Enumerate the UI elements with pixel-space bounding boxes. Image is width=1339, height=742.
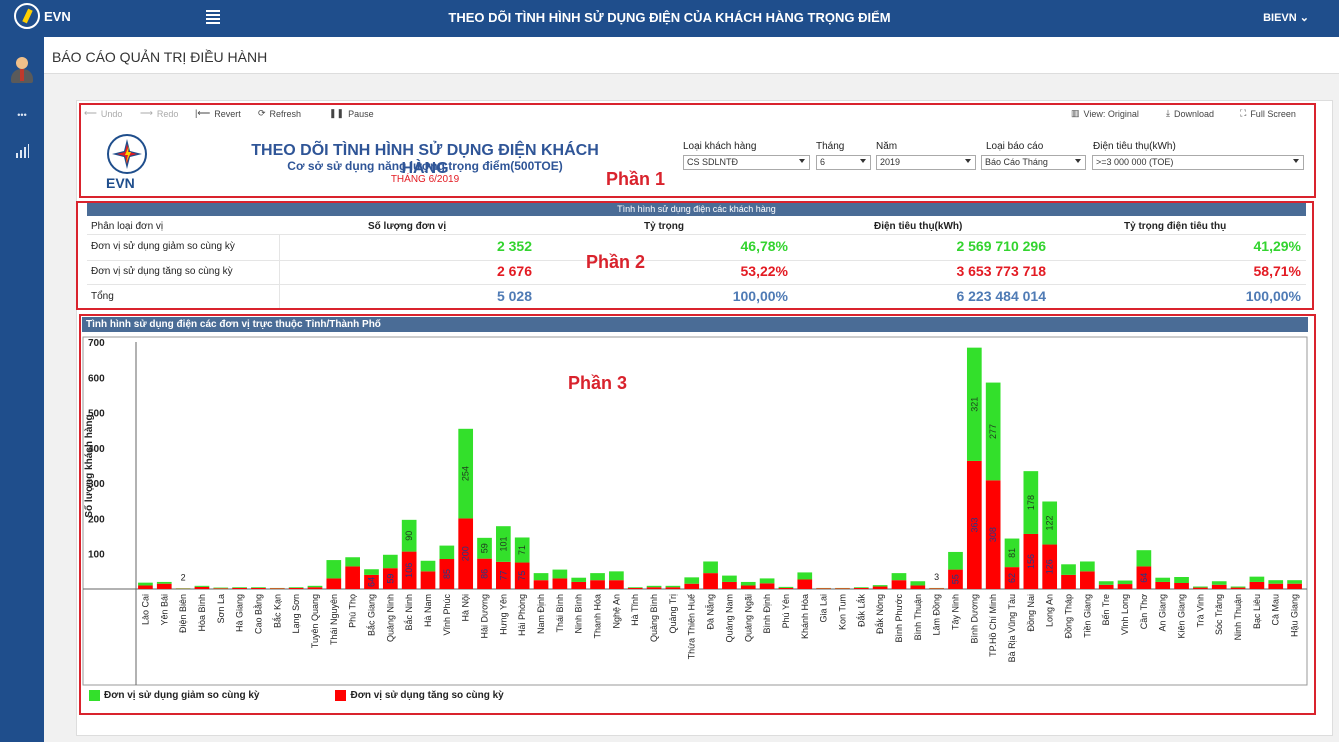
- top-navigation-bar: EVN THEO DÕI TÌNH HÌNH SỬ DỤNG ĐIỆN CỦA …: [0, 0, 1339, 37]
- app-title: THEO DÕI TÌNH HÌNH SỬ DỤNG ĐIỆN CỦA KHÁC…: [448, 10, 891, 25]
- left-sidebar: •••: [0, 37, 44, 742]
- user-avatar-icon[interactable]: [8, 55, 36, 85]
- annotation-part1: Phần 1: [606, 169, 666, 189]
- highlight-box-part3: [79, 314, 1316, 715]
- annotation-part3: Phần 3: [568, 373, 628, 393]
- highlight-box-part1: [79, 103, 1316, 198]
- user-name: BIEVN: [1263, 12, 1297, 24]
- bar-chart-icon[interactable]: [8, 139, 36, 163]
- chevron-down-icon: ⌄: [1299, 12, 1309, 24]
- ellipsis-icon[interactable]: •••: [8, 103, 36, 127]
- annotation-part2: Phần 2: [586, 252, 646, 272]
- user-menu[interactable]: BIEVN ⌄: [1263, 11, 1309, 24]
- page-header: BÁO CÁO QUẢN TRỊ ĐIỀU HÀNH: [44, 37, 1339, 74]
- highlight-box-part2: [76, 201, 1314, 310]
- page-title: BÁO CÁO QUẢN TRỊ ĐIỀU HÀNH: [52, 49, 268, 65]
